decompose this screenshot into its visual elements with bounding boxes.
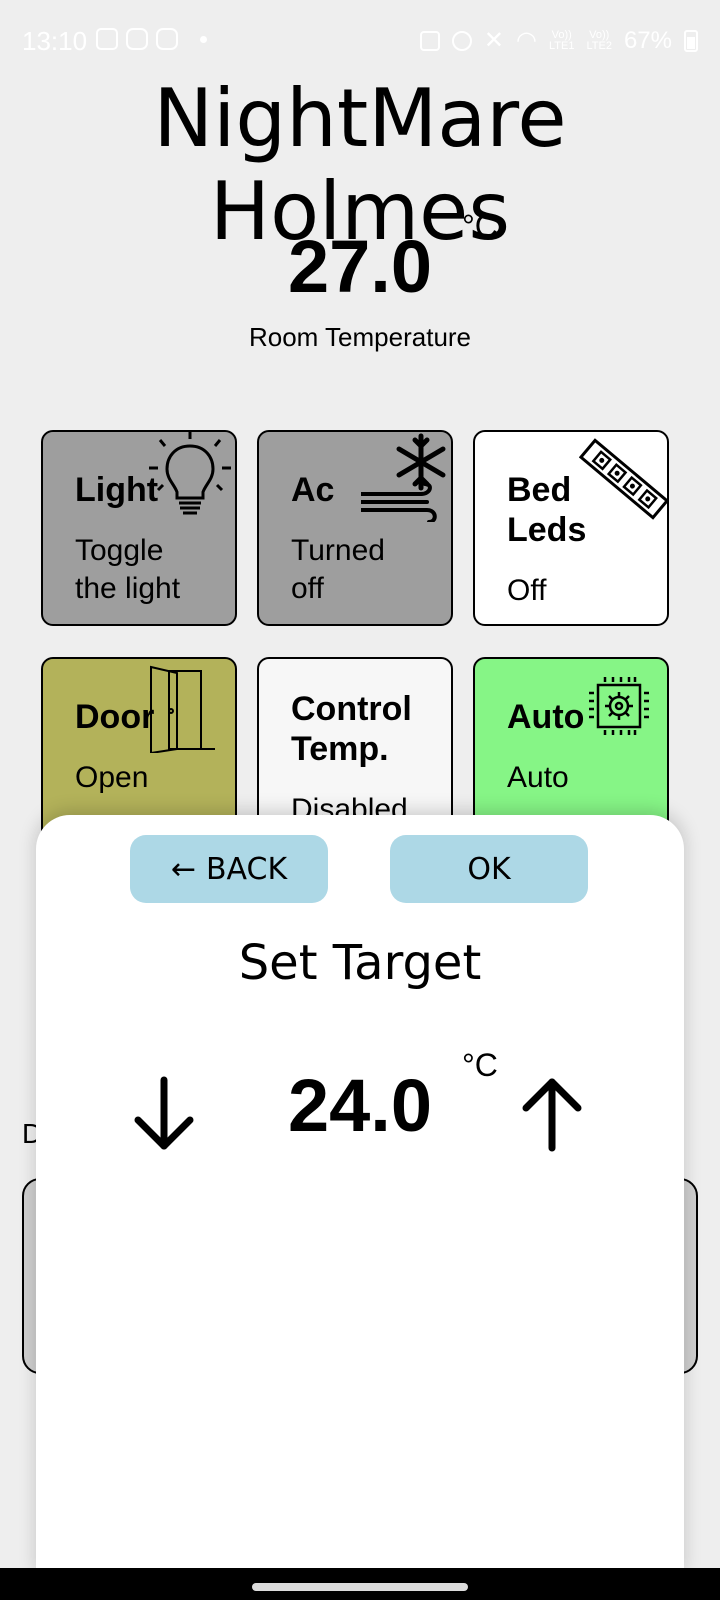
tile-bed-leds[interactable]: Bed Leds Off <box>473 430 669 626</box>
home-gesture-handle[interactable] <box>252 1583 468 1591</box>
sim2-signal-icon: Vo)) LTE2 <box>586 28 612 52</box>
tile-light-status: Toggle the light <box>75 534 181 605</box>
instagram-notification-icon <box>126 28 148 50</box>
alarm-icon <box>451 30 472 51</box>
tile-ac-status: Turned off <box>291 534 385 605</box>
mute-icon: ✕ <box>483 27 505 54</box>
back-button-label: BACK <box>205 851 288 887</box>
increase-button[interactable] <box>512 1069 592 1159</box>
status-time: 13:10 <box>22 26 88 56</box>
battery-saver-icon <box>419 30 440 51</box>
tile-bed-leds-title: Bed Leds <box>507 471 587 549</box>
led-strip-icon <box>579 438 667 520</box>
tile-ac[interactable]: Ac Turned off <box>257 430 453 626</box>
tile-light[interactable]: Light Toggle the light <box>41 430 237 626</box>
gallery-notification-icon <box>96 28 118 50</box>
tile-auto-status: Auto <box>507 761 569 794</box>
tile-ac-title: Ac <box>291 471 335 509</box>
sim1-signal-icon: Vo)) LTE1 <box>548 28 575 52</box>
status-bar: 13:10 ✕ ◠ Vo)) LTE1 Vo)) LTE2 67% <box>0 0 720 82</box>
more-notifications-icon <box>200 35 207 43</box>
lightbulb-icon <box>149 432 231 515</box>
set-target-title: Set Target <box>238 935 482 991</box>
set-target-sheet: ← BACK OK Set Target 24.0 °C <box>36 815 684 1575</box>
chip-gear-icon <box>589 677 649 735</box>
ok-button-label: OK <box>467 851 511 887</box>
snowflake-wind-icon <box>361 433 446 522</box>
target-temperature-unit: °C <box>462 1047 498 1083</box>
door-icon <box>150 665 215 753</box>
tile-bed-leds-status: Off <box>507 574 547 607</box>
wifi-icon: ◠ <box>516 27 537 54</box>
arrow-up-icon <box>522 1078 582 1152</box>
room-temperature-value: 27.0 <box>287 225 433 308</box>
tile-door-status: Open <box>75 761 149 794</box>
room-temperature-label: Room Temperature <box>248 322 472 352</box>
instagram-notification-icon-2 <box>156 28 178 50</box>
battery-icon <box>684 29 698 52</box>
ok-button[interactable]: OK <box>390 835 588 903</box>
room-temperature-unit: °C <box>462 208 498 244</box>
battery-percent: 67% <box>623 26 672 54</box>
tile-control-temp-title: Control Temp. <box>291 690 412 768</box>
back-button[interactable]: ← BACK <box>130 835 328 903</box>
arrow-left-icon: ← <box>170 851 196 887</box>
